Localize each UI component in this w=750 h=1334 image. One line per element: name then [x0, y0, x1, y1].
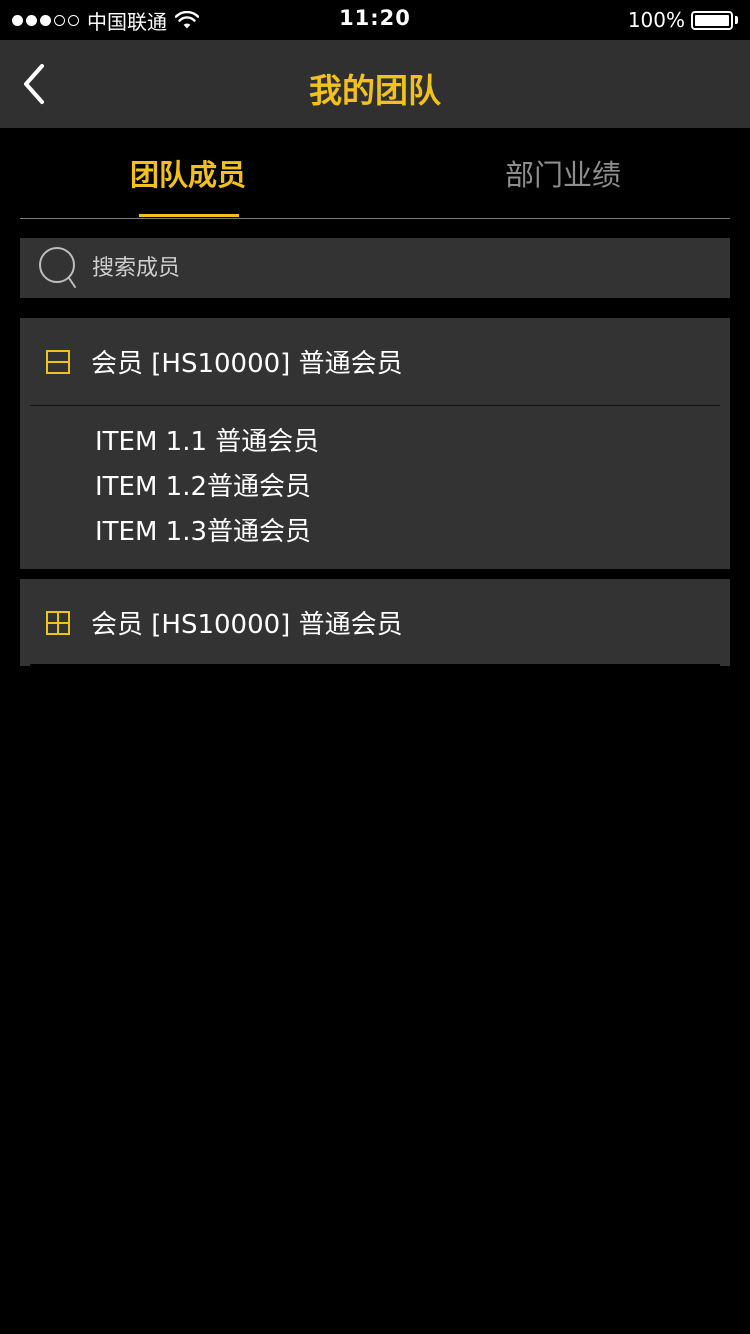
battery-cap [735, 16, 738, 24]
battery-icon [691, 10, 733, 30]
battery-fill [695, 14, 729, 26]
divider [30, 664, 720, 666]
member-group: 会员 [HS10000] 普通会员 ITEM 1.1 普通会员 ITEM 1.2… [20, 318, 730, 569]
status-bar: 中国联通 11:20 100% [0, 0, 750, 40]
list-item[interactable]: ITEM 1.3普通会员 [95, 513, 319, 558]
tab-team-members[interactable]: 团队成员 [88, 128, 288, 218]
search-input[interactable] [92, 238, 692, 298]
search-icon [39, 247, 76, 288]
battery-percentage: 100% [627, 8, 685, 32]
page-title: 我的团队 [309, 71, 441, 110]
tab-department-performance[interactable]: 部门业绩 [463, 128, 663, 218]
status-right: 100% [628, 7, 738, 33]
collapse-minus-icon[interactable] [46, 350, 70, 374]
list-item[interactable]: ITEM 1.2普通会员 [95, 468, 319, 513]
expand-plus-icon[interactable] [46, 611, 70, 635]
member-group: 会员 [HS10000] 普通会员 [20, 579, 730, 666]
member-group-header[interactable]: 会员 [HS10000] 普通会员 [20, 318, 730, 405]
search-bar[interactable] [20, 238, 730, 298]
member-group-title: 会员 [HS10000] 普通会员 [91, 610, 403, 640]
tab-bar: 团队成员 部门业绩 [20, 128, 730, 219]
member-group-title: 会员 [HS10000] 普通会员 [91, 349, 403, 379]
active-tab-indicator [139, 214, 239, 217]
member-list: ITEM 1.1 普通会员 ITEM 1.2普通会员 ITEM 1.3普通会员 [95, 423, 319, 558]
divider [30, 405, 720, 406]
list-item[interactable]: ITEM 1.1 普通会员 [95, 423, 319, 468]
member-group-header[interactable]: 会员 [HS10000] 普通会员 [20, 579, 730, 666]
navigation-bar: 我的团队 [0, 40, 750, 128]
